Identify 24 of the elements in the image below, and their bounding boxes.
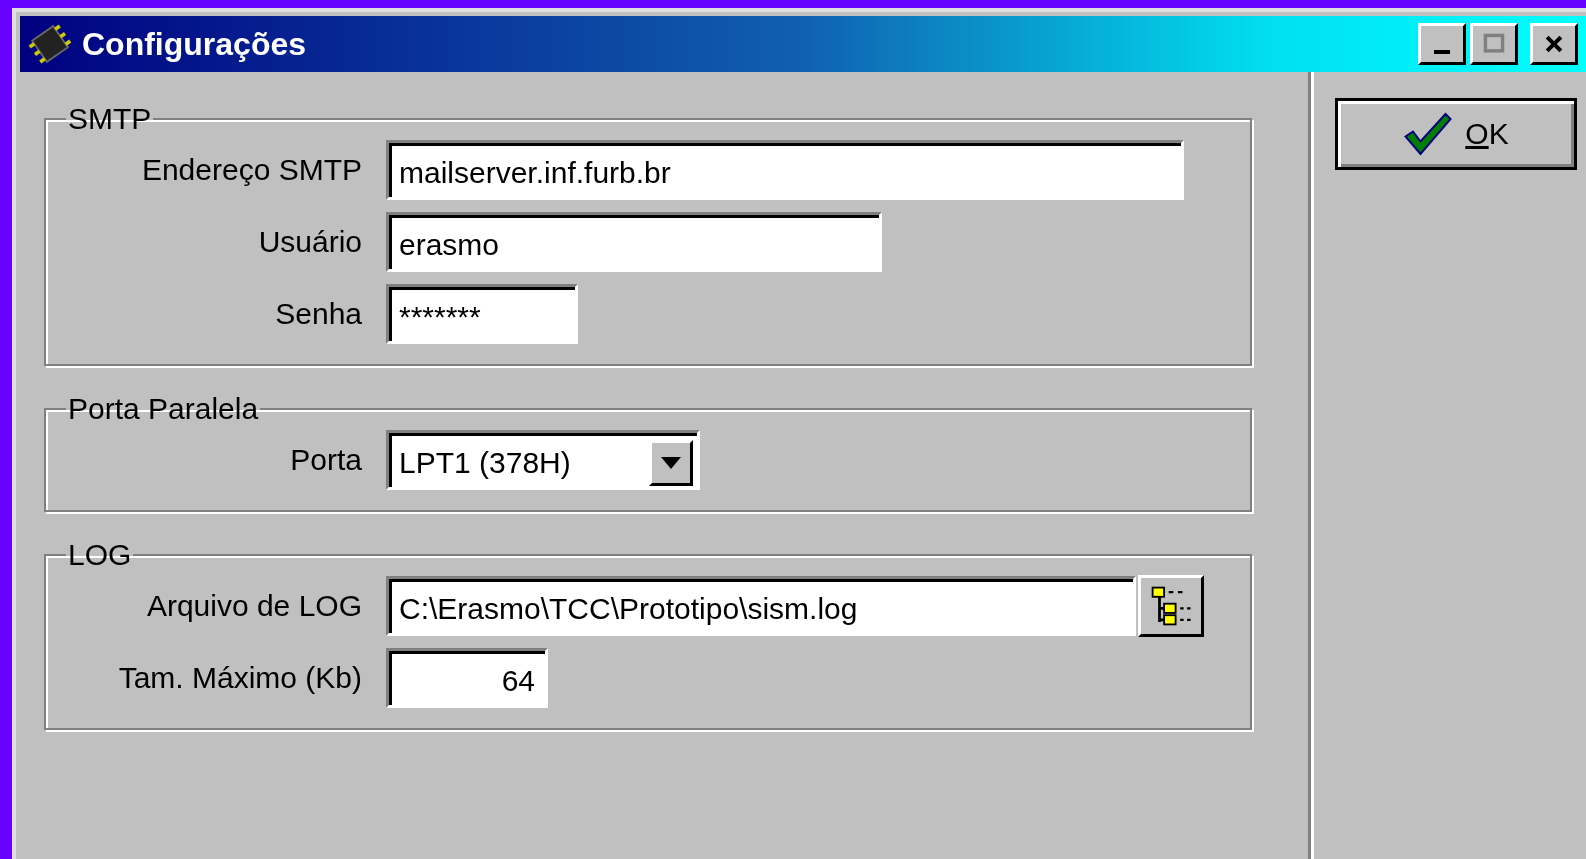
maximize-button[interactable]: [1470, 23, 1518, 65]
field-label: Senha: [274, 297, 363, 331]
field-label: Arquivo de LOG: [145, 589, 363, 623]
checkmark-icon: [1403, 111, 1454, 157]
field-label: Usuário: [257, 225, 363, 259]
input-field[interactable]: 64: [386, 648, 548, 708]
input-field[interactable]: *******: [386, 284, 578, 344]
input-field[interactable]: erasmo: [386, 212, 882, 272]
input-field[interactable]: C:\Erasmo\TCC\Prototipo\sism.log: [386, 576, 1136, 636]
folder-tree-button[interactable]: [1138, 575, 1204, 637]
minimize-button[interactable]: [1418, 23, 1466, 65]
minimize-icon: [1434, 50, 1450, 54]
group-title: LOG: [67, 538, 133, 572]
maximize-icon: [1482, 32, 1506, 56]
ok-button[interactable]: OK: [1335, 98, 1577, 170]
group-title: Porta Paralela: [67, 392, 260, 426]
input-field[interactable]: mailserver.inf.furb.br: [386, 140, 1184, 200]
field-label: Endereço SMTP: [140, 153, 363, 187]
window-title: Configurações: [82, 25, 307, 63]
dropdown-field[interactable]: LPT1 (378H): [386, 430, 700, 490]
close-button[interactable]: [1530, 23, 1578, 65]
field-label: Porta: [289, 443, 363, 477]
field-label: Tam. Máximo (Kb): [117, 661, 363, 695]
group-title: SMTP: [67, 102, 153, 136]
